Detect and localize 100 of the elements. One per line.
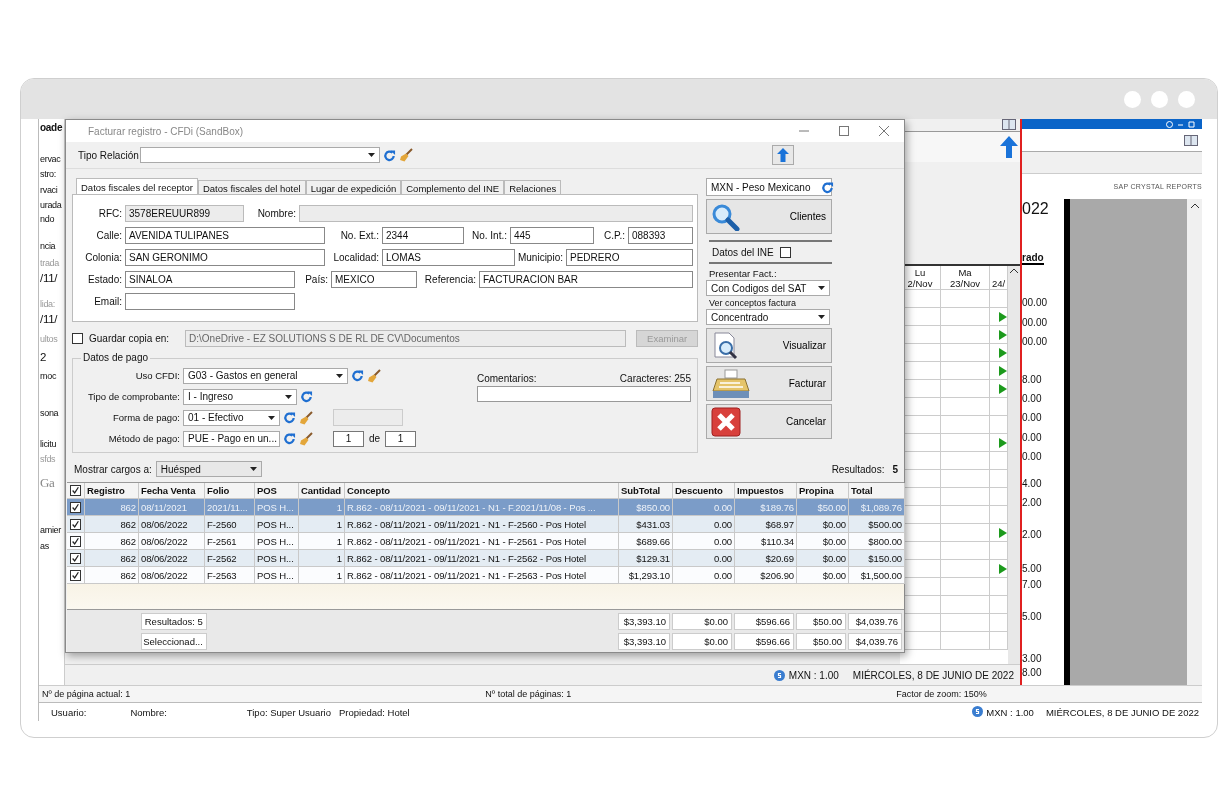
- panel-icon[interactable]: [1184, 134, 1198, 146]
- field-label: No. Int.:: [471, 229, 508, 241]
- checkbox[interactable]: [70, 552, 81, 564]
- up-arrow-icon[interactable]: [1000, 136, 1018, 158]
- currency-dropdown[interactable]: MXN - Peso Mexicano: [706, 178, 832, 196]
- up-button[interactable]: [772, 145, 794, 165]
- total-value: $0.00: [672, 613, 732, 630]
- label-fragment: rvaci: [40, 185, 58, 195]
- text-field[interactable]: SAN GERONIMO: [125, 248, 325, 266]
- action-button[interactable]: Visualizar: [706, 328, 832, 363]
- label-fragment: licitu: [40, 439, 57, 449]
- label-fragment: trada: [40, 258, 59, 268]
- refresh-icon[interactable]: [383, 148, 396, 162]
- report-value: 5.00: [1022, 563, 1042, 574]
- dropdown[interactable]: I - Ingreso: [183, 388, 297, 405]
- table-row[interactable]: 862 08/06/2022 F-2560 POS H... 1 R.862 - 08/11/2021 - 09/11/2021 - N1 - F-2560 - Pos Hotel $431.03 0.00 $68.97 $0.00 $500.00: [67, 516, 904, 533]
- status-date: MIÉRCOLES, 8 DE JUNIO DE 2022: [1045, 706, 1199, 718]
- label-fragment: sona: [40, 408, 59, 418]
- brush-icon[interactable]: [399, 148, 413, 162]
- panel-icon[interactable]: [1002, 119, 1016, 130]
- brush-icon[interactable]: [367, 368, 381, 383]
- dropdown[interactable]: Con Codigos del SAT: [706, 280, 830, 296]
- report-value: 8.00: [1022, 667, 1042, 678]
- text-field[interactable]: FACTURACION BAR: [479, 270, 693, 288]
- page-status-text: Nº de página actual: 1: [42, 689, 131, 699]
- checkbox[interactable]: [70, 501, 81, 513]
- tab[interactable]: Relaciones: [504, 180, 562, 194]
- text-field[interactable]: [125, 292, 295, 310]
- action-button[interactable]: Facturar: [706, 366, 832, 401]
- field-label: Tipo de comprobante:: [86, 391, 181, 402]
- scroll-up-icon[interactable]: [1190, 203, 1199, 208]
- window-dot: [1178, 90, 1195, 108]
- report-value: 8.00: [1022, 374, 1042, 385]
- text-field[interactable]: 2344: [382, 226, 464, 244]
- dropdown[interactable]: PUE - Pago en un...: [183, 430, 280, 447]
- label-fragment: ncia: [40, 241, 56, 251]
- report-value: 00.00: [1022, 317, 1048, 328]
- number-field[interactable]: 1: [333, 430, 364, 447]
- dropdown[interactable]: Huésped: [155, 461, 262, 477]
- field-label: Colonia:: [84, 251, 123, 263]
- scroll-up-icon[interactable]: [1010, 268, 1018, 273]
- action-button[interactable]: Cancelar: [706, 404, 832, 439]
- close-icon[interactable]: [879, 126, 889, 136]
- checkbox-label: Guardar copia en:: [89, 332, 170, 344]
- text-field[interactable]: 445: [510, 226, 594, 244]
- status-date: MIÉRCOLES, 8 DE JUNIO DE 2022: [852, 669, 1014, 681]
- caret-icon: [368, 153, 375, 157]
- window-controls-icon[interactable]: [1166, 120, 1196, 128]
- relation-dropdown[interactable]: [140, 147, 380, 163]
- text-field[interactable]: MEXICO: [331, 270, 417, 288]
- dropdown[interactable]: G03 - Gastos en general: [183, 367, 348, 384]
- refresh-icon[interactable]: [283, 411, 296, 424]
- refresh-icon[interactable]: [821, 180, 835, 194]
- text-field[interactable]: [333, 409, 403, 426]
- tab[interactable]: Datos fiscales del hotel: [197, 180, 306, 194]
- field-label: Estado:: [87, 273, 123, 285]
- tab[interactable]: Lugar de expedición: [305, 180, 402, 194]
- refresh-icon[interactable]: [283, 432, 296, 445]
- checkbox[interactable]: [70, 569, 81, 581]
- number-field[interactable]: 1: [385, 430, 417, 447]
- path-field[interactable]: D:\OneDrive - EZ SOLUTIONS S DE RL DE CV\Documentos: [185, 329, 627, 347]
- text-field[interactable]: [299, 204, 693, 222]
- date-label: 23/Nov: [949, 278, 981, 289]
- brush-icon[interactable]: [299, 410, 313, 425]
- total-value: $4,039.76: [848, 633, 902, 650]
- text-field[interactable]: AVENIDA TULIPANES: [125, 226, 325, 244]
- maximize-icon[interactable]: [839, 126, 849, 136]
- text-field[interactable]: 088393: [628, 226, 693, 244]
- comments-field[interactable]: [477, 386, 691, 402]
- text-field[interactable]: 3578EREUUR899: [125, 204, 244, 222]
- table-row[interactable]: 862 08/06/2022 F-2563 POS H... 1 R.862 - 08/11/2021 - 09/11/2021 - N1 - F-2563 - Pos Hotel $1,293.10 0.00 $206.90 $0.00 $1,500.00: [67, 567, 904, 584]
- report-value: 4.00: [1022, 478, 1042, 489]
- caret-icon: [285, 394, 292, 399]
- table-row[interactable]: 862 08/06/2022 F-2562 POS H... 1 R.862 - 08/11/2021 - 09/11/2021 - N1 - F-2562 - Pos Hotel $129.31 0.00 $20.69 $0.00 $150.00: [67, 550, 904, 567]
- name-label: Nombre:: [130, 706, 167, 718]
- dropdown[interactable]: 01 - Efectivo: [183, 409, 280, 426]
- field-label: Municipio:: [516, 251, 564, 263]
- refresh-icon[interactable]: [351, 369, 364, 382]
- tab[interactable]: Complemento del INE: [401, 180, 505, 194]
- text-field[interactable]: SINALOA: [125, 270, 295, 288]
- checkbox[interactable]: [70, 518, 81, 530]
- checkbox[interactable]: [70, 485, 81, 496]
- brush-icon[interactable]: [299, 431, 313, 446]
- text-field[interactable]: PEDRERO: [566, 248, 693, 266]
- checkbox[interactable]: [779, 246, 791, 258]
- clients-button[interactable]: Clientes: [706, 199, 832, 234]
- tab[interactable]: Datos fiscales del receptor: [76, 178, 198, 194]
- checkbox[interactable]: [72, 332, 83, 344]
- text-field[interactable]: LOMAS: [382, 248, 515, 266]
- dropdown[interactable]: Concentrado: [706, 309, 830, 325]
- checkbox[interactable]: [70, 535, 81, 547]
- report-value: 7.00: [1022, 579, 1042, 590]
- total-value: $596.66: [734, 633, 794, 650]
- summary-label: Seleccionad...: [140, 633, 207, 650]
- refresh-icon[interactable]: [300, 390, 313, 403]
- table-row[interactable]: 862 08/06/2022 F-2561 POS H... 1 R.862 - 08/11/2021 - 09/11/2021 - N1 - F-2561 - Pos Hotel $689.66 0.00 $110.34 $0.00 $800.00: [67, 533, 904, 550]
- window-title: Facturar registro - CFDi (SandBox): [88, 125, 245, 137]
- caret-icon: [268, 415, 275, 420]
- user-type: Tipo: Super Usuario: [246, 706, 331, 718]
- field-label: Email:: [93, 295, 123, 307]
